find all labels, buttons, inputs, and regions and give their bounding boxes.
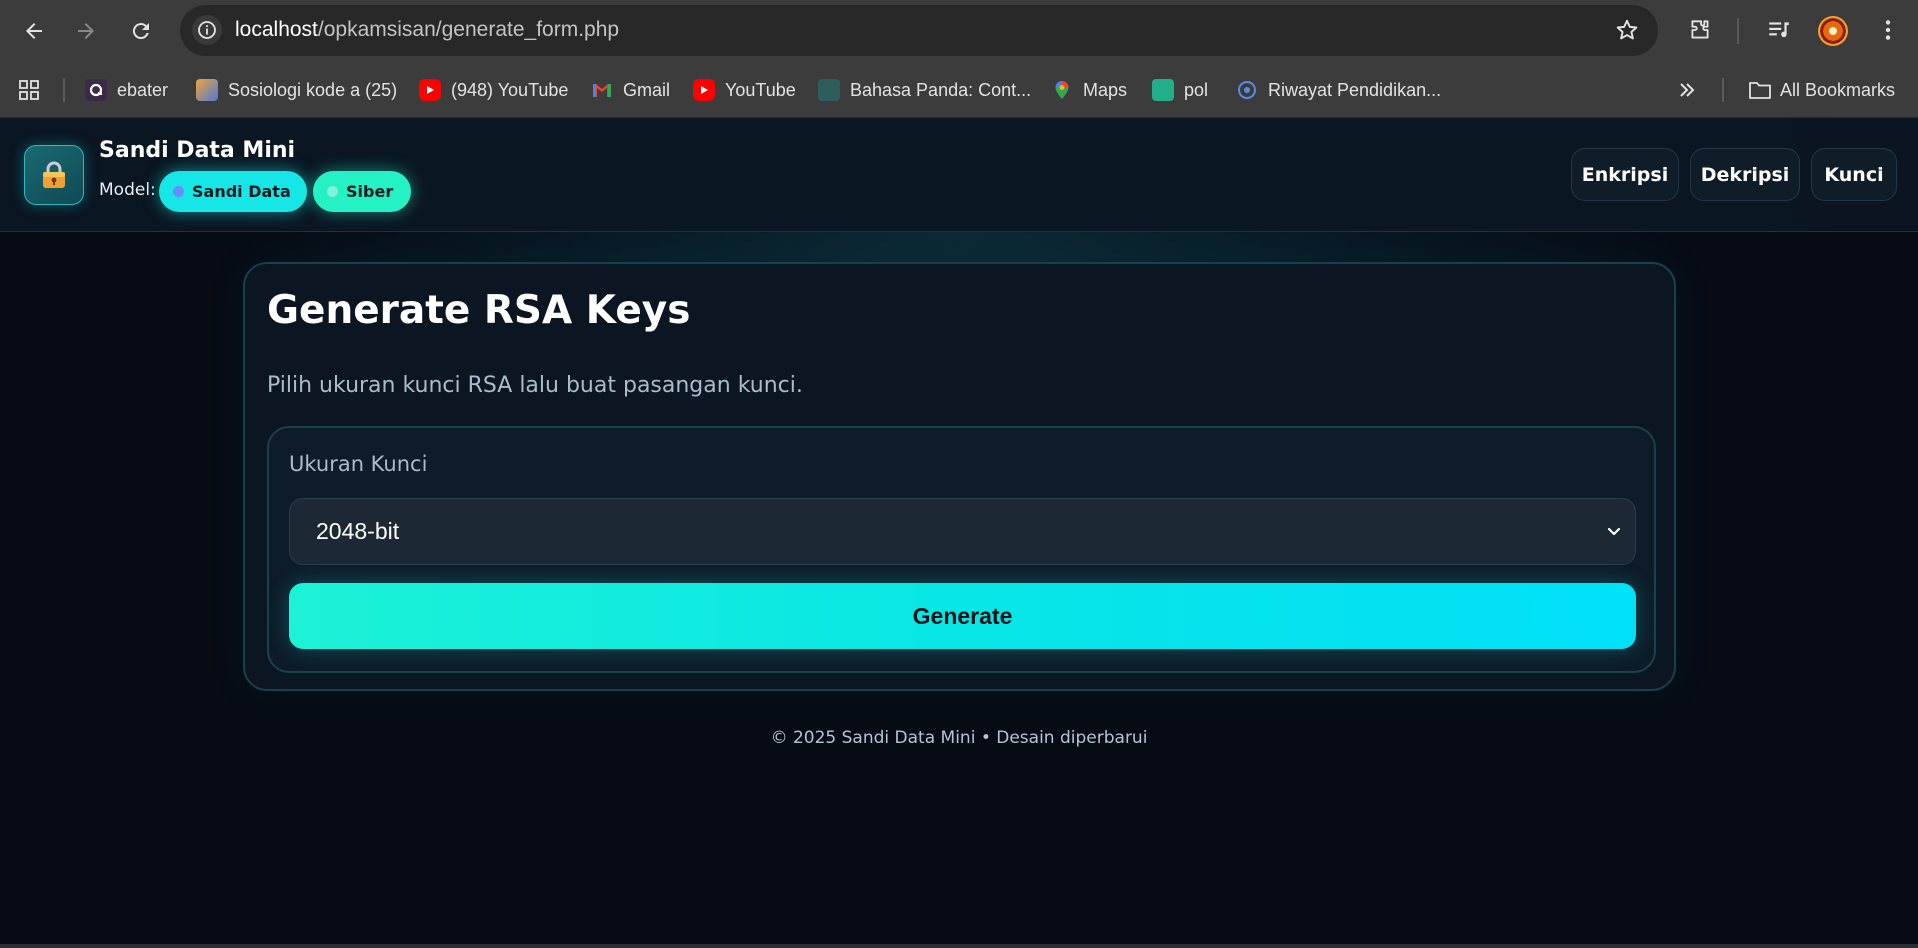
- page-subtitle: Pilih ukuran kunci RSA lalu buat pasanga…: [267, 373, 803, 398]
- app-header: Sandi Data Mini Model: Sandi Data Siber …: [0, 118, 1918, 232]
- page-title: Generate RSA Keys: [267, 288, 691, 333]
- pill-label: Sandi Data: [192, 182, 291, 201]
- key-size-label: Ukuran Kunci: [289, 452, 428, 476]
- nav-enkripsi[interactable]: Enkripsi: [1571, 148, 1679, 201]
- url-text[interactable]: localhost/opkamsisan/generate_form.php: [235, 18, 619, 42]
- apps-grid-icon[interactable]: [17, 75, 41, 105]
- reload-button[interactable]: [121, 11, 161, 51]
- bookmark-ebater[interactable]: ebater: [85, 75, 168, 105]
- bookmark-youtube-948[interactable]: (948) YouTube: [419, 75, 568, 105]
- bahasa-panda-favicon: [818, 79, 840, 101]
- bookmark-youtube[interactable]: YouTube: [693, 75, 796, 105]
- footer-text: © 2025 Sandi Data Mini • Desain diperbar…: [770, 728, 1148, 748]
- bookmarks-divider: [1722, 78, 1724, 102]
- bookmark-bahasa-panda[interactable]: Bahasa Panda: Cont...: [818, 75, 1031, 105]
- bookmark-riwayat[interactable]: Riwayat Pendidikan...: [1236, 75, 1441, 105]
- key-size-form: Ukuran Kunci 2048-bit Generate: [267, 426, 1656, 673]
- bookmark-sosiologi[interactable]: Sosiologi kode a (25): [196, 75, 397, 105]
- youtube-icon: [693, 79, 715, 101]
- sosiologi-favicon: [196, 79, 218, 101]
- bookmark-gmail[interactable]: Gmail: [591, 75, 670, 105]
- bookmark-label: Bahasa Panda: Cont...: [850, 79, 1032, 100]
- status-dot-icon: [173, 186, 184, 197]
- folder-icon: [1748, 79, 1771, 101]
- bookmark-label: Riwayat Pendidikan...: [1268, 79, 1442, 100]
- site-info-icon[interactable]: [192, 15, 222, 45]
- bookmark-label: Maps: [1083, 79, 1128, 100]
- pill-label: Siber: [346, 182, 394, 201]
- toolbar-divider: [1737, 18, 1739, 44]
- bookmark-maps[interactable]: Maps: [1051, 75, 1127, 105]
- generate-button[interactable]: Generate: [289, 583, 1636, 649]
- bookmarks-divider: [63, 78, 65, 102]
- back-button[interactable]: [14, 11, 54, 51]
- bookmark-label: Sosiologi kode a (25): [228, 79, 398, 100]
- address-bar[interactable]: localhost/opkamsisan/generate_form.php: [180, 5, 1658, 56]
- bookmark-label: YouTube: [725, 79, 796, 100]
- menu-kebab-icon[interactable]: [1872, 14, 1904, 46]
- bookmark-star-icon[interactable]: [1614, 17, 1640, 47]
- gmail-icon: [591, 79, 613, 101]
- back-arrow-icon: [26, 23, 42, 39]
- more-bookmarks-chevron-icon[interactable]: [1676, 75, 1698, 105]
- nav-dekripsi[interactable]: Dekripsi: [1690, 148, 1800, 201]
- url-host: localhost: [235, 18, 318, 41]
- url-path: /opkamsisan/generate_form.php: [317, 18, 620, 41]
- lock-logo-icon: [24, 145, 84, 205]
- youtube-icon: [419, 79, 441, 101]
- nav-kunci[interactable]: Kunci: [1811, 148, 1897, 201]
- model-pill-sandi-data[interactable]: Sandi Data: [159, 171, 307, 212]
- bookmarks-bar: ebater Sosiologi kode a (25) (948) YouTu…: [0, 62, 1918, 118]
- extensions-icon[interactable]: [1684, 14, 1716, 46]
- riwayat-favicon: [1236, 79, 1258, 101]
- profile-avatar[interactable]: [1818, 16, 1848, 46]
- model-pill-siber[interactable]: Siber: [313, 171, 411, 212]
- bookmark-pol[interactable]: pol: [1152, 75, 1208, 105]
- bookmark-label: ebater: [117, 79, 169, 100]
- all-bookmarks-label: All Bookmarks: [1780, 79, 1896, 100]
- bookmark-label: (948) YouTube: [451, 79, 569, 100]
- selected-key-size: 2048-bit: [316, 518, 400, 544]
- browser-toolbar: localhost/opkamsisan/generate_form.php: [0, 0, 1918, 62]
- forward-button[interactable]: [66, 11, 106, 51]
- model-label: Model:: [99, 180, 156, 200]
- pol-favicon: [1152, 79, 1174, 101]
- status-dot-icon: [327, 186, 338, 197]
- reload-icon: [132, 23, 149, 40]
- window-bottom-edge: [0, 944, 1918, 948]
- app-brand-title: Sandi Data Mini: [99, 138, 296, 163]
- media-control-icon[interactable]: [1763, 14, 1795, 46]
- key-size-select[interactable]: 2048-bit: [289, 498, 1636, 565]
- ebater-favicon: [85, 79, 107, 101]
- maps-icon: [1051, 79, 1073, 101]
- generate-keys-card: Generate RSA Keys Pilih ukuran kunci RSA…: [243, 262, 1676, 691]
- forward-arrow-icon: [78, 23, 94, 39]
- chevron-down-icon: [1607, 527, 1621, 536]
- bookmark-label: Gmail: [623, 79, 671, 100]
- bookmark-label: pol: [1184, 79, 1209, 100]
- all-bookmarks-folder[interactable]: All Bookmarks: [1748, 75, 1895, 105]
